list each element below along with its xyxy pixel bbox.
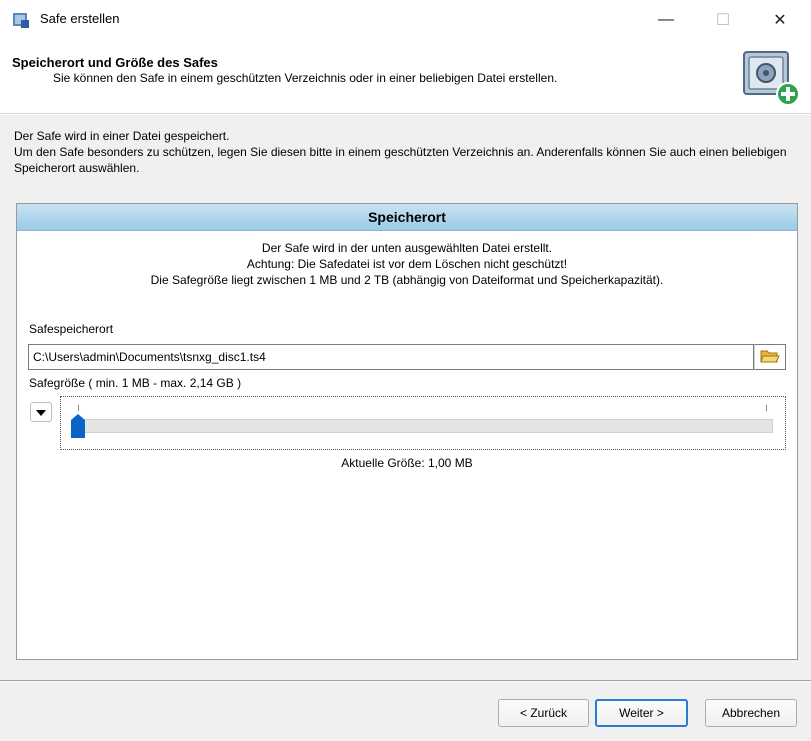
- slider-tick-max: [766, 405, 767, 411]
- slider-thumb[interactable]: [71, 414, 85, 438]
- current-size: Aktuelle Größe: 1,00 MB: [341, 456, 473, 470]
- size-slider[interactable]: [60, 396, 786, 450]
- panel-info-line-1: Der Safe wird in der unten ausgewählten …: [261, 241, 553, 255]
- wizard-header: Speicherort und Größe des Safes Sie könn…: [0, 40, 811, 114]
- panel-title: Speicherort: [17, 204, 797, 231]
- maximize-button[interactable]: ☐: [700, 0, 746, 40]
- description: Der Safe wird in einer Datei gespeichert…: [14, 128, 804, 176]
- header-subtitle: Sie können den Safe in einem geschützten…: [53, 71, 558, 85]
- slider-track: [77, 419, 773, 433]
- header-divider: [0, 114, 811, 115]
- title-bar: Safe erstellen — ☐ ✕: [0, 0, 811, 40]
- header-title: Speicherort und Größe des Safes: [12, 55, 218, 70]
- panel-info-line-2: Achtung: Die Safedatei ist vor dem Lösch…: [246, 257, 568, 271]
- next-button[interactable]: Weiter >: [595, 699, 688, 727]
- footer-divider-highlight: [0, 681, 811, 682]
- window-title: Safe erstellen: [40, 11, 120, 26]
- minimize-button[interactable]: —: [643, 0, 689, 40]
- browse-folder-button[interactable]: [754, 344, 786, 370]
- slider-tick-min: [78, 405, 79, 411]
- cancel-button[interactable]: Abbrechen: [705, 699, 797, 727]
- location-label: Safespeicherort: [29, 322, 114, 336]
- close-button[interactable]: ✕: [757, 0, 803, 40]
- safe-add-icon: [740, 46, 802, 108]
- app-icon: [12, 11, 30, 29]
- back-button[interactable]: < Zurück: [498, 699, 589, 727]
- panel-info: Der Safe wird in der unten ausgewählten …: [17, 240, 797, 288]
- panel-info-line-3: Die Safegröße liegt zwischen 1 MB und 2 …: [150, 273, 664, 287]
- size-label: Safegröße ( min. 1 MB - max. 2,14 GB ): [29, 376, 242, 390]
- dialog-window: Safe erstellen — ☐ ✕ Speicherort und Grö…: [0, 0, 811, 741]
- chevron-down-icon: [36, 405, 46, 419]
- storage-panel: Speicherort Der Safe wird in der unten a…: [16, 203, 798, 660]
- description-line-2: Um den Safe besonders zu schützen, legen…: [14, 145, 787, 175]
- location-field[interactable]: C:\Users\admin\Documents\tsnxg_disc1.ts4: [28, 344, 754, 370]
- size-dropdown-button[interactable]: [30, 402, 52, 422]
- description-line-1: Der Safe wird in einer Datei gespeichert…: [14, 129, 230, 143]
- folder-open-icon: [760, 348, 780, 367]
